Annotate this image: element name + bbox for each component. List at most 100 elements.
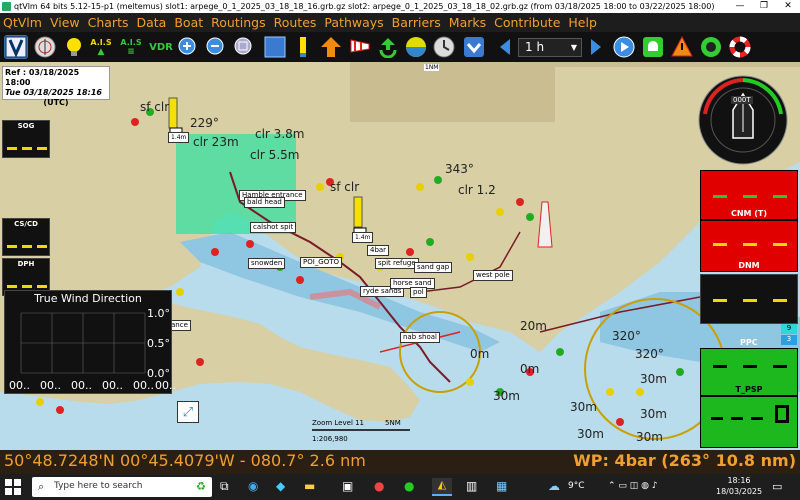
poi-4bar[interactable]: 4bar: [367, 245, 390, 256]
gauge-dash: [22, 147, 32, 150]
anchor-alarm-icon[interactable]: [699, 35, 723, 59]
zoom-out-icon[interactable]: [204, 35, 228, 59]
menu-pathways[interactable]: Pathways: [324, 15, 383, 30]
menu-routings[interactable]: Routings: [211, 15, 265, 30]
time-back-icon[interactable]: [493, 35, 517, 59]
weather-icon: ☁: [548, 479, 560, 493]
gauge-dash: [37, 147, 47, 150]
dnm-gauge[interactable]: DNM: [700, 220, 798, 272]
wind-x-tick: 00..: [155, 379, 176, 392]
ais-label-1: A.I.S: [90, 37, 112, 47]
menu-contribute[interactable]: Contribute: [494, 15, 560, 30]
menu-qtvlm[interactable]: QtVlm: [3, 15, 42, 30]
gauge-dash: [37, 285, 47, 288]
minimize-button[interactable]: —: [728, 0, 752, 13]
store-icon[interactable]: ▣: [342, 479, 353, 493]
compass-instrument[interactable]: 000T: [693, 74, 797, 166]
wind-x-tick: 00..: [40, 379, 61, 392]
menu-boat[interactable]: Boat: [174, 15, 203, 30]
lifebuoy-icon[interactable]: [728, 35, 752, 59]
zoom-fit-icon[interactable]: [232, 35, 256, 59]
route-arrow-icon[interactable]: [319, 35, 343, 59]
warning-triangle-icon[interactable]: [670, 35, 694, 59]
gauge-dash: [22, 245, 32, 248]
menu-barriers[interactable]: Barriers: [392, 15, 441, 30]
map-label: 229°: [190, 116, 219, 130]
search-placeholder: Type here to search: [54, 481, 143, 491]
clock-icon[interactable]: [432, 35, 456, 59]
poi-nab-shoal[interactable]: nab shoal: [400, 332, 440, 343]
grib-area-icon[interactable]: [263, 35, 287, 59]
poi-spit-refuge[interactable]: spit refuge: [375, 258, 419, 269]
chrome-icon[interactable]: ●: [374, 479, 384, 493]
taskbar-search-box[interactable]: ⌕ Type here to search ♻: [32, 477, 212, 497]
poi-snowden[interactable]: snowden: [248, 258, 286, 269]
wind-x-tick: 00..: [9, 379, 30, 392]
menu-help[interactable]: Help: [568, 15, 597, 30]
file-explorer-icon[interactable]: ▬: [304, 479, 315, 493]
time-forward-icon[interactable]: [584, 35, 608, 59]
top-scale-label: 1NM: [424, 64, 440, 71]
windsock-icon[interactable]: [348, 35, 372, 59]
wind-x-tick: 00..: [102, 379, 123, 392]
menu-marks[interactable]: Marks: [449, 15, 486, 30]
menu-data[interactable]: Data: [137, 15, 167, 30]
true-wind-direction-chart[interactable]: True Wind Direction 1.0° 0.5° 0.0° 00.. …: [4, 290, 176, 394]
map-label: 30m: [493, 389, 520, 403]
compass-tool-icon[interactable]: [33, 35, 57, 59]
map-label: 30m: [640, 407, 667, 421]
chart-map[interactable]: sf clr 229° clr 3.8m clr 23m clr 5.5m sf…: [0, 62, 800, 450]
lightbulb-icon[interactable]: [62, 35, 86, 59]
menu-charts[interactable]: Charts: [88, 15, 129, 30]
gauge-dash: [773, 195, 787, 198]
poi-west-pole[interactable]: west pole: [473, 270, 513, 281]
widgets-icon[interactable]: ◉: [248, 479, 258, 493]
vdr-button[interactable]: VDR: [148, 35, 174, 59]
map-label: clr 5.5m: [250, 148, 300, 162]
speed-gauge[interactable]: [700, 274, 798, 324]
notifications-icon[interactable]: ▭: [772, 480, 782, 493]
time-step-select[interactable]: 1 h ▼: [518, 38, 582, 57]
poi-pol[interactable]: pol: [410, 287, 427, 298]
task-view-icon[interactable]: ⧉: [220, 479, 229, 494]
zoom-in-icon[interactable]: [176, 35, 200, 59]
app-icon-green[interactable]: ●: [404, 479, 414, 493]
poi-sand-gap[interactable]: sand gap: [414, 262, 453, 273]
poi-bald-head[interactable]: bald head: [244, 197, 285, 208]
cnm-gauge[interactable]: CNM (T): [700, 170, 798, 220]
alarm-bell-icon[interactable]: [641, 35, 665, 59]
pencil-mark-icon[interactable]: [291, 35, 315, 59]
wind-y-tick: 0.5°: [147, 337, 170, 350]
expand-arrows-icon[interactable]: ⤢: [177, 401, 199, 423]
menu-routes[interactable]: Routes: [274, 15, 317, 30]
wind-x-tick: 00..: [71, 379, 92, 392]
browser-icon[interactable]: ◆: [276, 479, 285, 493]
close-button[interactable]: ✕: [776, 0, 800, 13]
app-icon-blue[interactable]: ▦: [496, 479, 507, 493]
ais-button-2[interactable]: A.I.S ≡: [118, 35, 144, 59]
poi-calshot-spit[interactable]: calshot spit: [250, 222, 297, 233]
menu-view[interactable]: View: [50, 15, 80, 30]
maximize-button[interactable]: ❐: [752, 0, 776, 13]
mark-post-2[interactable]: [353, 196, 363, 228]
tray-icons[interactable]: ⌃ ▭ ◫ ◍ ♪: [608, 481, 658, 491]
search-icon: ⌕: [38, 480, 45, 493]
recycle-routing-icon[interactable]: [376, 35, 400, 59]
weather-map-icon[interactable]: [404, 35, 428, 59]
tpsp-gauge[interactable]: T_PSP: [700, 348, 798, 396]
poi-goto[interactable]: POI_GOTO: [300, 257, 343, 268]
map-label: 320°: [612, 329, 641, 343]
app-icon-black[interactable]: ▥: [466, 479, 477, 493]
gauge-dash: [713, 243, 727, 246]
boat-vlm-icon[interactable]: [4, 35, 28, 59]
cs-cd-gauge[interactable]: CS/CD: [2, 218, 50, 256]
play-icon[interactable]: [612, 35, 636, 59]
qtvlm-taskbar-icon[interactable]: ◭: [432, 478, 452, 496]
time-step-value: 1 h: [525, 40, 545, 54]
ais-button-1[interactable]: A.I.S ▲: [88, 35, 114, 59]
mark-post-1[interactable]: [168, 97, 178, 129]
windows-start-icon[interactable]: [4, 478, 22, 496]
extra-gauge[interactable]: [700, 396, 798, 448]
center-boat-icon[interactable]: [462, 35, 486, 59]
sog-gauge[interactable]: SOG: [2, 120, 50, 158]
